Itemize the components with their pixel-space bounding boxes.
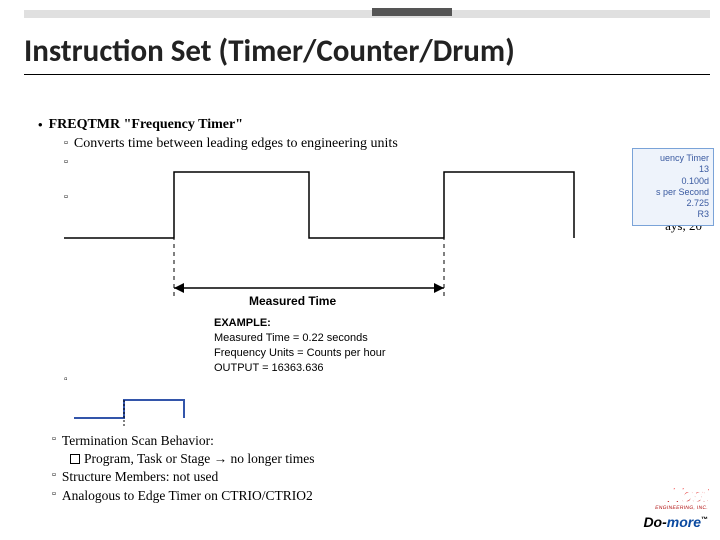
sub1-text: Converts time between leading edges to e… [74, 135, 398, 154]
footer-logos: Host ENGINEERING, INC. Do-more™ [608, 485, 708, 530]
bullet-icon: ▫ [52, 487, 56, 505]
example-title: EXAMPLE: [214, 316, 386, 331]
termination-line: Program, Task or Stage → no longer times [84, 451, 315, 466]
example-line-3: OUTPUT = 16363.636 [214, 361, 386, 376]
domore-more: more [667, 514, 701, 530]
bullet-icon: ▫ [64, 135, 68, 154]
heading-text: FREQTMR "Frequency Timer" [49, 116, 243, 135]
domore-logo: Do-more™ [608, 514, 708, 530]
header-rule [24, 10, 710, 18]
snip-l3: 0.100d [637, 176, 709, 187]
example-line-1: Measured Time = 0.22 seconds [214, 331, 386, 346]
bullet-icon: • [38, 116, 43, 135]
analogous-note: Analogous to Edge Timer on CTRIO/CTRIO2 [62, 487, 313, 505]
secondary-diagram-fragment [74, 396, 214, 426]
slide-title: Instruction Set (Timer/Counter/Drum) [24, 32, 515, 70]
header-rule-accent [372, 8, 452, 16]
snip-l1: uency Timer [637, 153, 709, 164]
example-line-2: Frequency Units = Counts per hour [214, 346, 386, 361]
sub-bullet-1: ▫ Converts time between leading edges to… [64, 135, 700, 154]
measured-time-label: Measured Time [249, 294, 336, 308]
bullet-icon: ▫ [52, 432, 56, 450]
bullet-icon: ▫ [52, 468, 56, 486]
snip-l4: s per Second [637, 187, 709, 198]
trademark-icon: ™ [701, 516, 708, 523]
instruction-block-preview: uency Timer 13 0.100d s per Second 2.725… [632, 148, 714, 226]
title-underline [24, 74, 710, 75]
snip-l5: 2.725 [637, 198, 709, 209]
bullet-icon: ▫ [64, 374, 68, 385]
timing-diagram: Measured Time EXAMPLE: Measured Time = 0… [64, 160, 584, 390]
snip-l2: 13 [637, 164, 709, 175]
lower-bullets: ▫ Termination Scan Behavior: Program, Ta… [52, 432, 590, 505]
checkbox-icon [70, 454, 80, 464]
domore-do: Do- [643, 514, 666, 530]
snip-l6: R3 [637, 209, 709, 220]
host-logo-subtitle: ENGINEERING, INC. [608, 505, 709, 511]
struct-members: Structure Members: not used [62, 468, 218, 486]
bullet-heading: • FREQTMR "Frequency Timer" [38, 116, 700, 135]
termination-label: Termination Scan Behavior: [62, 432, 214, 450]
